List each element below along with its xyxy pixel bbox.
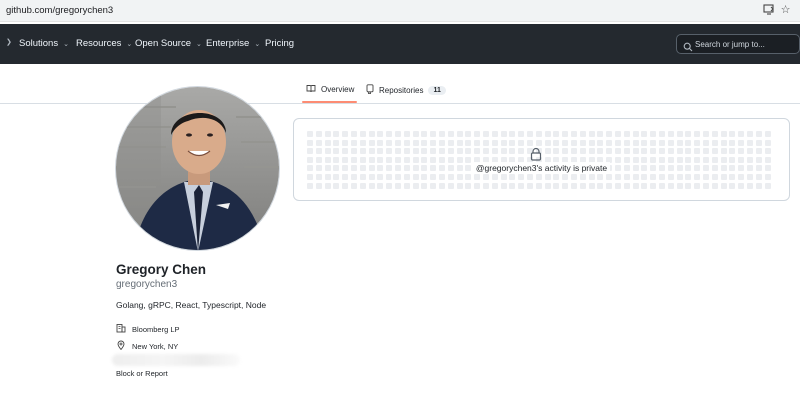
activity-panel: @gregorychen3's activity is private bbox=[293, 118, 790, 201]
repositories-count-badge: 11 bbox=[428, 85, 446, 95]
search-icon bbox=[683, 39, 693, 57]
chevron-down-icon: ⌄ bbox=[63, 40, 69, 48]
tab-repositories[interactable]: Repositories 11 bbox=[366, 84, 446, 96]
nav-resources-label: Resources bbox=[76, 38, 122, 49]
search-placeholder: Search or jump to... bbox=[695, 40, 765, 49]
browser-address-bar: github.com/gregorychen3 ☆ bbox=[0, 0, 800, 22]
activity-private-message: @gregorychen3's activity is private bbox=[294, 162, 789, 174]
nav-enterprise[interactable]: Enterprise ⌄ bbox=[206, 38, 260, 49]
organization-icon bbox=[116, 323, 126, 335]
tabs-divider bbox=[0, 103, 800, 104]
book-icon bbox=[306, 84, 316, 95]
chevron-down-icon: ⌄ bbox=[126, 40, 133, 48]
site-header: ❯ Solutions ⌄ Resources ⌄ Open Source ⌄ Ent… bbox=[0, 24, 800, 64]
profile-name: Gregory Chen bbox=[116, 262, 207, 277]
chevron-down-icon: ⌄ bbox=[254, 40, 261, 48]
nav-solutions-label: Solutions bbox=[19, 38, 59, 49]
profile-login: gregorychen3 bbox=[116, 279, 178, 290]
nav-solutions[interactable]: Solutions ⌄ bbox=[19, 38, 69, 49]
nav-open-source-label: Open Source bbox=[135, 38, 191, 49]
avatar[interactable] bbox=[115, 86, 280, 251]
tab-overview-label: Overview bbox=[321, 85, 355, 94]
address-url[interactable]: github.com/gregorychen3 bbox=[6, 5, 113, 16]
location-pin-icon bbox=[116, 340, 126, 352]
nav-open-source[interactable]: Open Source ⌄ bbox=[135, 38, 202, 49]
install-app-icon[interactable] bbox=[762, 4, 775, 17]
redacted-field bbox=[112, 354, 240, 366]
nav-resources[interactable]: Resources ⌄ bbox=[76, 38, 132, 49]
organization-label: Bloomberg LP bbox=[132, 324, 180, 334]
repo-icon bbox=[366, 84, 374, 96]
profile-organization: Bloomberg LP bbox=[116, 323, 180, 335]
search-input[interactable]: Search or jump to... bbox=[676, 34, 800, 54]
header-left-chevron-icon[interactable]: ❯ bbox=[4, 38, 12, 46]
nav-pricing-label: Pricing bbox=[265, 38, 295, 49]
activity-private-text: @gregorychen3's activity is private bbox=[472, 162, 611, 174]
block-or-report-link[interactable]: Block or Report bbox=[116, 369, 168, 378]
chevron-down-icon: ⌄ bbox=[195, 40, 202, 48]
profile-location: New York, NY bbox=[116, 340, 178, 352]
nav-pricing[interactable]: Pricing bbox=[265, 38, 294, 49]
profile-bio: Golang, gRPC, React, Typescript, Node bbox=[116, 300, 267, 310]
location-label: New York, NY bbox=[132, 341, 179, 351]
bookmark-star-icon[interactable]: ☆ bbox=[779, 4, 792, 17]
tab-overview[interactable]: Overview bbox=[306, 84, 354, 95]
nav-enterprise-label: Enterprise bbox=[206, 38, 250, 49]
tab-repositories-label: Repositories bbox=[379, 85, 424, 95]
